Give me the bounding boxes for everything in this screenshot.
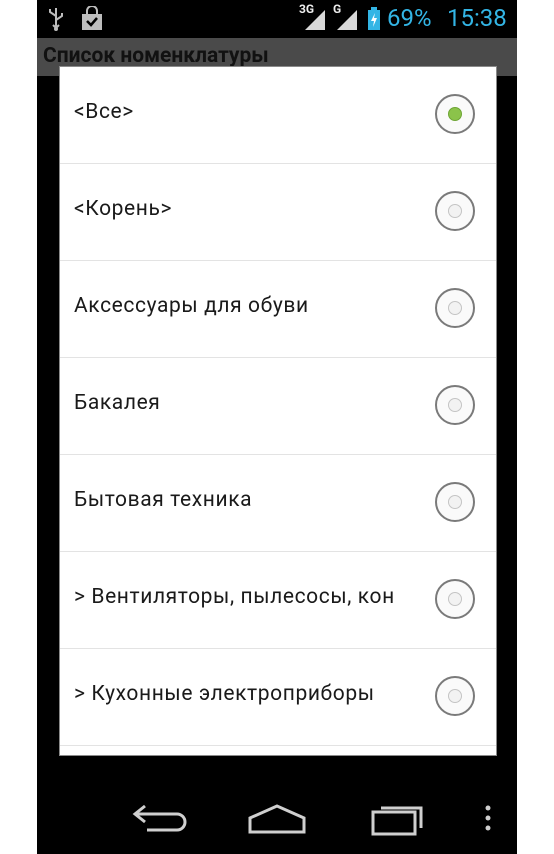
- shopping-bag-icon: [82, 6, 102, 30]
- radio-button[interactable]: [435, 676, 475, 716]
- radio-dot: [448, 592, 462, 606]
- battery-percent: 69%: [387, 4, 432, 32]
- radio-button[interactable]: [435, 288, 475, 328]
- back-icon[interactable]: [125, 798, 195, 838]
- menu-icon[interactable]: [473, 798, 503, 838]
- signal-3g-icon: [305, 10, 325, 30]
- radio-dot: [448, 495, 462, 509]
- radio-dot: [448, 398, 462, 412]
- phone-screen: 3G G 69% 15:38 Список номенклатуры <Все>…: [37, 0, 517, 854]
- item-label: Аксессуары для обуви: [74, 294, 309, 318]
- battery-icon: [368, 7, 380, 30]
- radio-dot: [448, 204, 462, 218]
- item-label: > Вентиляторы, пылесосы, кон: [74, 585, 395, 609]
- list-item[interactable]: > Вентиляторы, пылесосы, кон: [60, 552, 496, 649]
- status-bar: 3G G 69% 15:38: [37, 0, 517, 38]
- item-label: > Кухонные электроприборы: [74, 682, 375, 706]
- list-item[interactable]: <Все>: [60, 67, 496, 164]
- list-item[interactable]: <Корень>: [60, 164, 496, 261]
- radio-button[interactable]: [435, 579, 475, 619]
- list-item[interactable]: > Кухонные электроприборы: [60, 649, 496, 746]
- item-label: Бакалея: [74, 391, 161, 415]
- radio-button[interactable]: [435, 191, 475, 231]
- radio-button[interactable]: [435, 385, 475, 425]
- category-select-dialog: <Все> <Корень> Аксессуары для обуви Бака…: [59, 66, 497, 756]
- item-label: Бытовая техника: [74, 488, 253, 512]
- list-item[interactable]: Аксессуары для обуви: [60, 261, 496, 358]
- activity-title: Список номенклатуры: [43, 44, 269, 68]
- list-item[interactable]: Бакалея: [60, 358, 496, 455]
- radio-button[interactable]: [435, 94, 475, 134]
- item-label: <Все>: [74, 100, 134, 124]
- radio-button[interactable]: [435, 482, 475, 522]
- recent-apps-icon[interactable]: [363, 798, 433, 838]
- list-item[interactable]: Бытовая техника: [60, 455, 496, 552]
- radio-dot: [448, 107, 462, 121]
- radio-dot: [448, 689, 462, 703]
- clock: 15:38: [447, 4, 507, 32]
- radio-dot: [448, 301, 462, 315]
- item-label: <Корень>: [74, 197, 173, 221]
- home-icon[interactable]: [242, 798, 312, 838]
- usb-icon: [49, 8, 63, 31]
- navigation-bar: [37, 776, 517, 854]
- signal-g-icon: [337, 10, 357, 30]
